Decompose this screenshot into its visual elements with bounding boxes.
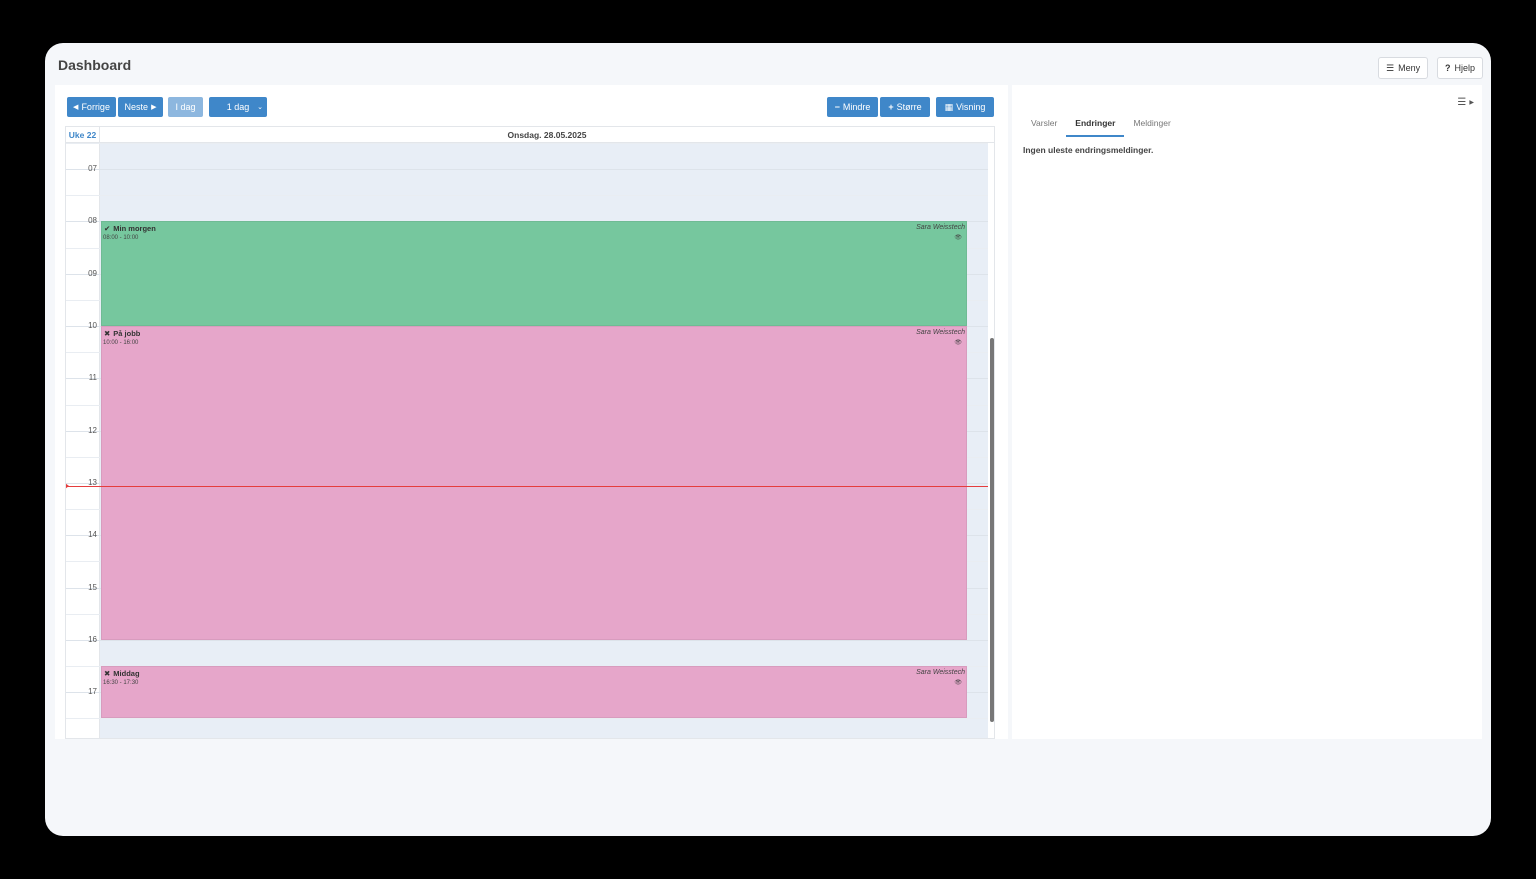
top-bar: Dashboard ☰ Meny ? Hjelp <box>45 43 1491 85</box>
plus-icon: + <box>888 102 894 112</box>
smaller-button[interactable]: − Mindre <box>827 97 878 117</box>
calendar-header: Uke 22 Onsdag. 28.05.2025 <box>66 127 994 143</box>
event-title: På jobb <box>113 329 141 339</box>
caret-left-icon: ◀ <box>73 104 79 111</box>
menu-button[interactable]: ☰ Meny <box>1378 57 1429 79</box>
event-time: 16:30 - 17:30 <box>103 680 139 686</box>
caret-right-icon: ▶ <box>1469 100 1474 106</box>
next-button-label: Neste <box>124 102 149 112</box>
caret-right-icon: ▶ <box>151 104 157 111</box>
prev-button[interactable]: ◀ Forrige <box>67 97 116 117</box>
cross-icon: ✖ <box>104 329 111 339</box>
page-title: Dashboard <box>58 57 132 73</box>
grid-line <box>66 143 988 144</box>
event-title: Middag <box>113 669 140 678</box>
help-button-label: Hjelp <box>1454 63 1476 73</box>
view-button-label: Visning <box>956 102 986 112</box>
smaller-button-label: Mindre <box>842 102 871 112</box>
current-time-line <box>66 485 988 487</box>
hour-label: 16 <box>88 634 97 644</box>
grid-line <box>66 718 988 720</box>
today-button[interactable]: I dag <box>168 97 203 117</box>
hour-label: 12 <box>88 425 97 435</box>
panel-menu-toggle[interactable]: ☰ ▶ <box>1457 97 1474 108</box>
week-number[interactable]: Uke 22 <box>66 127 100 143</box>
calendar-scrollbar[interactable] <box>988 126 996 739</box>
tab-meldinger[interactable]: Meldinger <box>1124 115 1179 137</box>
tab-endringer[interactable]: Endringer <box>1066 115 1125 137</box>
larger-button[interactable]: + Større <box>880 97 930 117</box>
hour-label: 07 <box>88 164 97 174</box>
hour-label: 15 <box>88 582 97 592</box>
hamburger-icon: ☰ <box>1457 97 1467 108</box>
hamburger-icon: ☰ <box>1386 62 1395 73</box>
event-title: Min morgen <box>113 224 156 234</box>
cross-icon: ✖ <box>104 669 111 678</box>
grid-line <box>66 169 988 171</box>
day-calendar: Uke 22 Onsdag. 28.05.2025 07 08 09 10 11 12 13… <box>65 126 995 739</box>
time-grid[interactable]: 07 08 09 10 11 12 13 14 15 16 17 ✔ Min morgen 08:00 -… <box>66 143 988 738</box>
eye-icon: 👁 <box>954 235 962 242</box>
eye-icon: 👁 <box>954 680 962 686</box>
view-button[interactable]: ▦ Visning <box>936 97 994 117</box>
eye-icon: 👁 <box>954 340 962 347</box>
menu-button-label: Meny <box>1398 63 1421 73</box>
tab-varsler[interactable]: Varsler <box>1022 115 1066 137</box>
panel-tabs: Varsler Endringer Meldinger <box>1022 115 1180 137</box>
calendar-panel: ◀ Forrige Neste ▶ I dag 1 dag ⌄ − Mindre… <box>55 85 1008 739</box>
event-owner: Sara Weisstech <box>916 224 965 232</box>
next-button[interactable]: Neste ▶ <box>118 97 163 117</box>
chevron-down-icon: ⌄ <box>257 104 263 111</box>
calendar-event[interactable]: ✖ På jobb 10:00 - 16:00 Sara Weisstech 👁 <box>101 326 967 640</box>
empty-changes-message: Ingen uleste endringsmeldinger. <box>1023 145 1154 155</box>
event-time: 10:00 - 16:00 <box>103 340 139 347</box>
range-select[interactable]: 1 dag ⌄ <box>209 97 267 117</box>
calendar-event[interactable]: ✔ Min morgen 08:00 - 10:00 Sara Weisstech 👁 <box>101 221 967 327</box>
event-owner: Sara Weisstech <box>916 329 965 337</box>
calendar-event[interactable]: ✖ Middag 16:30 - 17:30 Sara Weisstech 👁 <box>101 666 967 719</box>
event-title-row: ✖ Middag <box>104 669 140 678</box>
event-title-row: ✖ På jobb <box>104 329 140 338</box>
grid-line <box>66 195 988 197</box>
current-time-marker <box>66 482 69 489</box>
hour-label: 17 <box>88 687 97 697</box>
range-select-value: 1 dag <box>226 102 250 112</box>
app-screen: Dashboard ☰ Meny ? Hjelp ◀ Forrige Neste… <box>45 43 1491 836</box>
help-button[interactable]: ? Hjelp <box>1437 57 1484 79</box>
hour-label: 14 <box>88 530 97 540</box>
today-button-label: I dag <box>175 102 196 112</box>
check-icon: ✔ <box>104 224 111 234</box>
hour-gutter <box>66 143 100 738</box>
hour-label: 11 <box>88 373 97 383</box>
grid-line <box>66 639 988 641</box>
calendar-icon: ▦ <box>944 101 954 112</box>
hour-label: 09 <box>88 268 97 278</box>
event-time: 08:00 - 10:00 <box>103 235 139 242</box>
day-header: Onsdag. 28.05.2025 <box>507 130 587 140</box>
device-frame: Dashboard ☰ Meny ? Hjelp ◀ Forrige Neste… <box>0 0 1536 879</box>
larger-button-label: Større <box>896 102 922 112</box>
notifications-panel: ☰ ▶ Varsler Endringer Meldinger Ingen ul… <box>1012 85 1482 739</box>
hour-label: 08 <box>88 216 97 226</box>
event-owner: Sara Weisstech <box>916 669 965 676</box>
scrollbar-thumb[interactable] <box>990 338 994 722</box>
event-title-row: ✔ Min morgen <box>104 224 156 233</box>
prev-button-label: Forrige <box>81 102 110 112</box>
minus-icon: − <box>834 102 840 112</box>
question-icon: ? <box>1445 63 1451 73</box>
hour-label: 10 <box>88 321 97 331</box>
